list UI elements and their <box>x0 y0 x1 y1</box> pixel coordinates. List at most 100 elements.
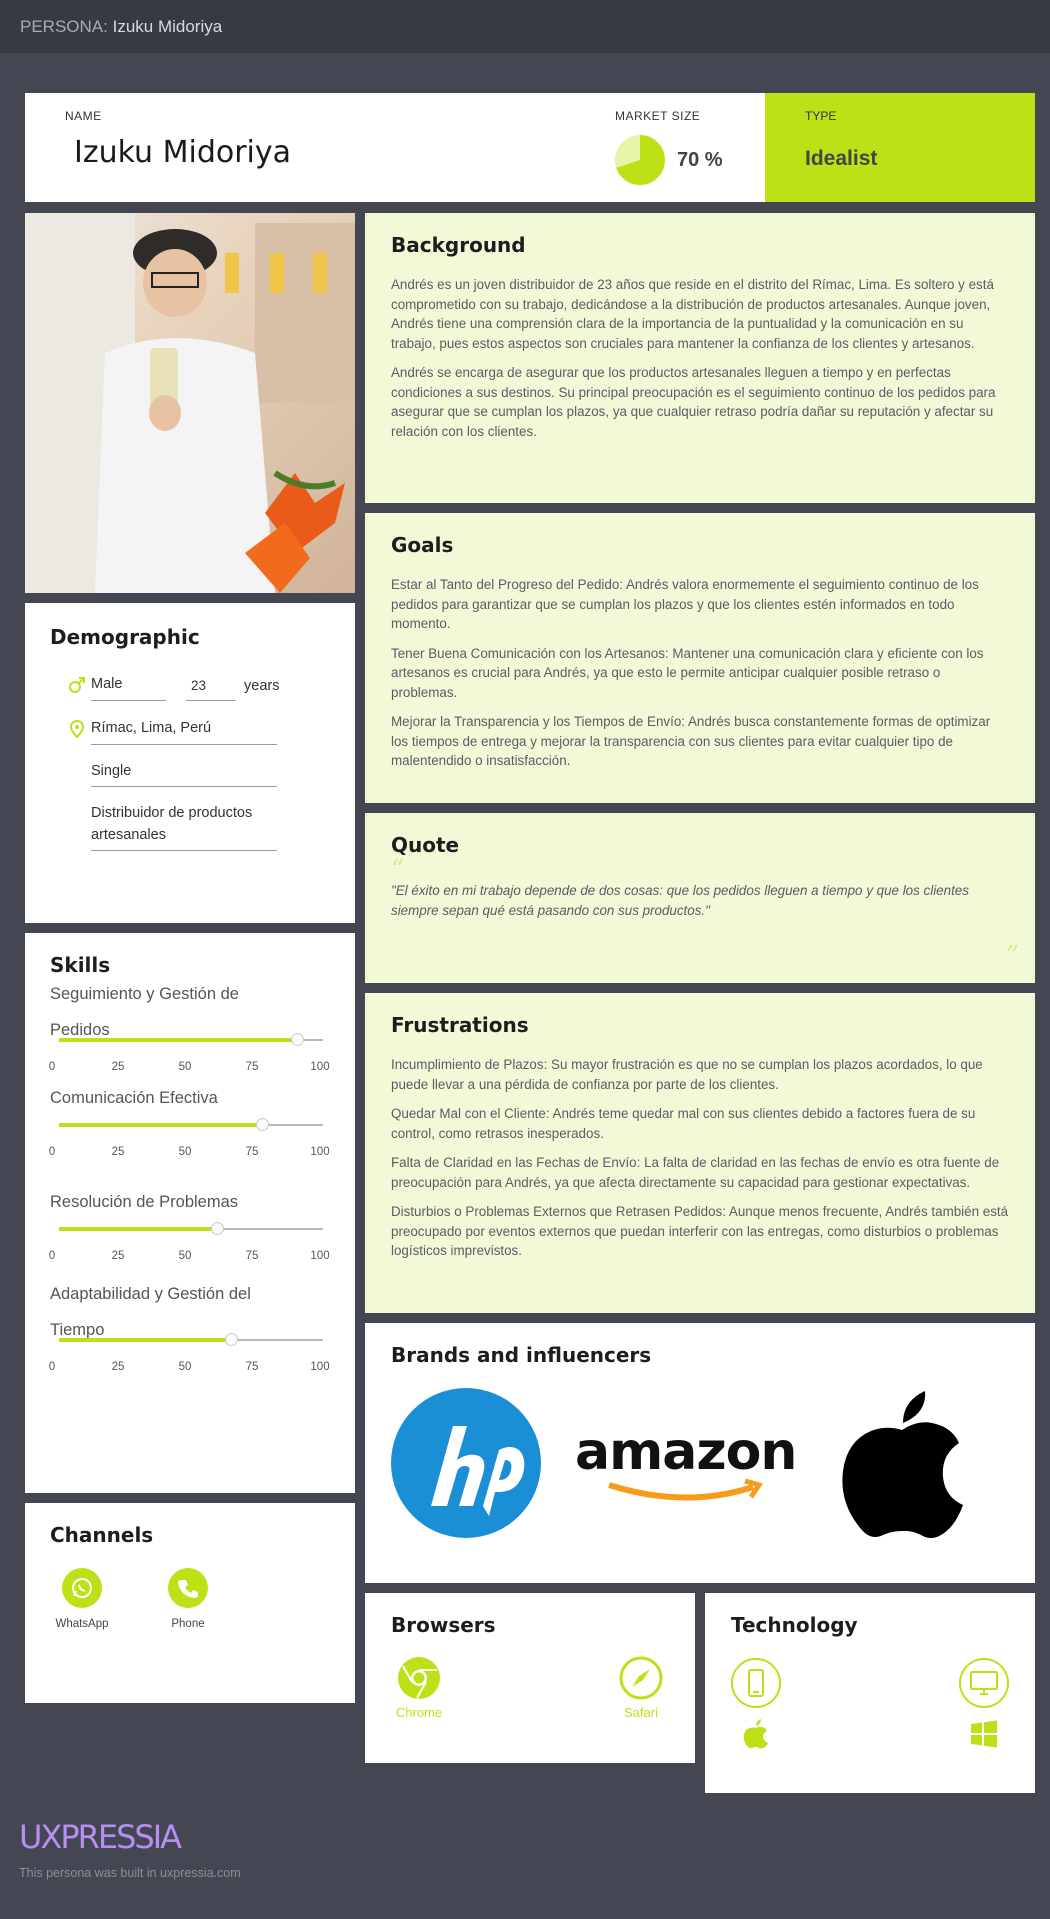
amazon-smile-icon <box>608 1479 763 1501</box>
tick-label: 100 <box>310 1061 330 1073</box>
apple-logo <box>842 1391 963 1538</box>
male-icon <box>69 677 85 693</box>
footer-note: This persona was built in uxpressia.com <box>19 1866 241 1880</box>
tick-label: 75 <box>245 1146 259 1158</box>
safari-icon[interactable] <box>619 1656 663 1700</box>
demographic-title: Demographic <box>50 625 200 649</box>
browsers-title: Browsers <box>391 1613 496 1637</box>
mobile-device-button <box>731 1658 781 1708</box>
tick-label: 25 <box>111 1061 125 1073</box>
top-bar: PERSONA: Izuku Midoriya <box>0 0 1050 53</box>
skill-slider-track[interactable] <box>59 1333 323 1346</box>
amazon-wordmark: amazon <box>575 1422 797 1482</box>
whatsapp-label: WhatsApp <box>55 1618 109 1630</box>
location-pin-icon <box>70 720 84 738</box>
age-unit: years <box>244 678 280 694</box>
technology-card: Technology <box>705 1593 1035 1793</box>
background-title: Background <box>391 233 526 257</box>
frustration-4: Disturbios o Problemas Externos que Retr… <box>391 1204 1009 1258</box>
tick-label: 100 <box>310 1146 330 1158</box>
occupation-line1: Distribuidor de productos <box>91 805 253 821</box>
tick-label: 0 <box>48 1250 56 1262</box>
safari-label: Safari <box>624 1705 658 1720</box>
tick-label: 25 <box>111 1250 125 1262</box>
market-size-value: 70 % <box>677 149 723 171</box>
goal-2: Tener Buena Comunicación con los Artesan… <box>391 645 984 700</box>
skill-slider-fill <box>59 1227 218 1231</box>
tick-label: 0 <box>48 1361 56 1373</box>
persona-photo <box>25 213 355 593</box>
skill-slider-knob[interactable] <box>290 1033 304 1046</box>
frustration-2: Quedar Mal con el Cliente: Andrés teme q… <box>391 1106 976 1141</box>
amazon-logo: amazon <box>575 1423 815 1513</box>
tick-label: 50 <box>178 1361 192 1373</box>
brands-title: Brands and influencers <box>391 1343 652 1367</box>
goal-3: Mejorar la Transparencia y los Tiempos d… <box>391 714 991 768</box>
status-underline <box>91 786 277 787</box>
frustrations-card: Frustrations Incumplimiento de Plazos: S… <box>365 993 1035 1313</box>
skill-slider-track[interactable] <box>59 1118 323 1131</box>
persona-name: Izuku Midoriya <box>112 17 223 36</box>
skill-name-line1: Adaptabilidad y Gestión del <box>50 1285 251 1303</box>
skill-name-line1: Seguimiento y Gestión de <box>50 985 239 1003</box>
background-card: Background Andrés es un joven distribuid… <box>365 213 1035 503</box>
marital-status-value: Single <box>91 763 132 779</box>
tick-label: 75 <box>245 1061 259 1073</box>
tick-label: 75 <box>245 1361 259 1373</box>
skill-slider-knob[interactable] <box>224 1333 238 1346</box>
age-value: 23 <box>191 678 207 693</box>
frustration-3: Falta de Claridad en las Fechas de Envío… <box>391 1155 1000 1190</box>
skill-slider-fill <box>59 1338 231 1342</box>
skill-slider-track[interactable] <box>59 1033 323 1046</box>
desktop-device-button <box>959 1658 1009 1708</box>
close-quote-icon: ” <box>1005 941 1019 971</box>
quote-text: "El éxito en mi trabajo depende de dos c… <box>391 883 969 918</box>
type-value: Idealist <box>805 147 878 170</box>
name-label: NAME <box>65 109 102 123</box>
goal-1: Estar al Tanto del Progreso del Pedido: … <box>391 577 979 631</box>
persona-title: Izuku Midoriya <box>74 135 292 170</box>
technology-title: Technology <box>731 1613 858 1637</box>
age-underline <box>186 700 236 701</box>
chrome-icon[interactable] <box>397 1656 441 1700</box>
skills-title: Skills <box>50 953 111 977</box>
tick-label: 75 <box>245 1250 259 1262</box>
quote-title: Quote <box>391 833 460 857</box>
tick-label: 25 <box>111 1146 125 1158</box>
demographic-card: Demographic Male 23 years Rímac, Lima, P… <box>25 603 355 923</box>
footer-brand[interactable]: UXPRESSIA <box>19 1818 182 1856</box>
skill-slider-knob[interactable] <box>256 1118 270 1131</box>
market-size-pie <box>615 135 665 185</box>
location-value: Rímac, Lima, Perú <box>91 720 212 736</box>
market-size-label: MARKET SIZE <box>615 109 701 123</box>
skill-slider-track[interactable] <box>59 1222 323 1235</box>
quote-card: Quote “ "El éxito en mi trabajo depende … <box>365 813 1035 983</box>
tick-label: 100 <box>310 1361 330 1373</box>
tick-label: 50 <box>178 1250 192 1262</box>
persona-prefix: PERSONA: <box>20 17 108 36</box>
tick-label: 50 <box>178 1146 192 1158</box>
tick-label: 100 <box>310 1250 330 1262</box>
skill-name-line1: Resolución de Problemas <box>50 1193 239 1211</box>
brands-card: Brands and influencers amazon <box>365 1323 1035 1583</box>
type-box: TYPE Idealist <box>765 93 1035 202</box>
frustrations-title: Frustrations <box>391 1013 529 1037</box>
whatsapp-channel-button[interactable] <box>62 1568 102 1608</box>
location-underline <box>91 744 277 745</box>
mobile-icon <box>748 1669 764 1697</box>
background-paragraph-2: Andrés se encarga de asegurar que los pr… <box>391 365 996 439</box>
background-paragraph-1: Andrés es un joven distribuidor de 23 añ… <box>391 277 994 351</box>
gender-underline <box>91 700 166 701</box>
chrome-label: Chrome <box>395 1705 443 1720</box>
hp-logo <box>391 1388 541 1538</box>
phone-channel-button[interactable] <box>168 1568 208 1608</box>
tick-label: 50 <box>178 1061 192 1073</box>
skill-slider-fill <box>59 1123 263 1127</box>
phone-label: Phone <box>171 1618 205 1630</box>
frustration-1: Incumplimiento de Plazos: Su mayor frust… <box>391 1057 983 1092</box>
tick-label: 0 <box>48 1061 56 1073</box>
skill-slider-knob[interactable] <box>211 1222 225 1235</box>
phone-icon <box>178 1580 198 1598</box>
channels-card: Channels WhatsApp Phone <box>25 1503 355 1703</box>
open-quote-icon: “ <box>391 855 405 885</box>
